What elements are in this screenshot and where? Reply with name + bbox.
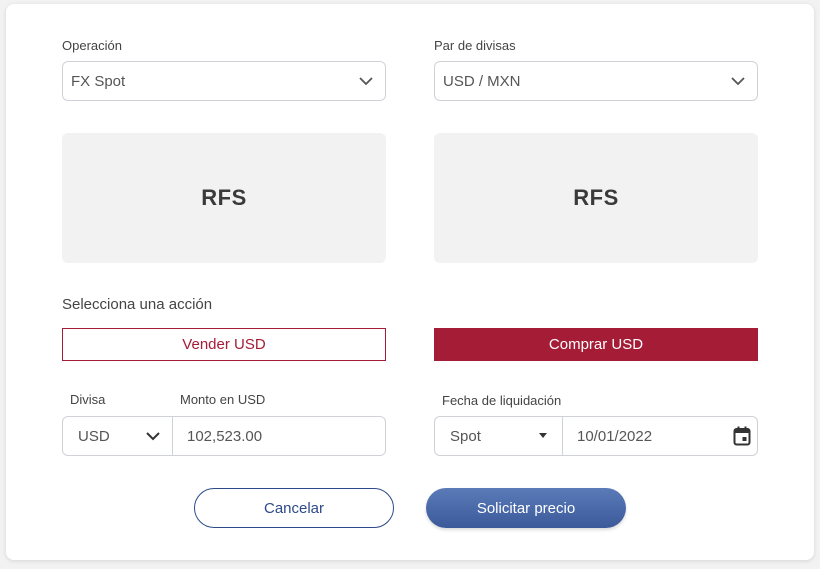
amount-input-group: USD 102,523.00 [62,416,386,456]
settlement-date-value: 10/01/2022 [577,427,653,445]
request-price-button[interactable]: Solicitar precio [426,488,626,528]
currency-value: USD [78,427,110,445]
rfs-label: RFS [573,185,619,210]
request-price-label: Solicitar precio [476,499,576,517]
pair-label: Par de divisas [434,38,516,53]
pair-value: USD / MXN [443,72,521,90]
operation-value: FX Spot [71,72,126,90]
pair-select[interactable]: USD / MXN [434,61,758,101]
amount-input[interactable]: 102,523.00 [173,417,385,455]
caret-down-icon [536,429,550,443]
action-label: Selecciona una acción [62,296,213,313]
amount-value: 102,523.00 [187,427,263,445]
sell-usd-label: Vender USD [182,336,266,353]
rfs-panel-right: RFS [434,133,758,263]
currency-label: Divisa [70,392,106,407]
chevron-down-icon [146,429,160,443]
operation-select[interactable]: FX Spot [62,61,386,101]
settlement-type-select[interactable]: Spot [435,417,563,455]
chevron-down-icon [731,74,745,88]
cancel-button[interactable]: Cancelar [194,488,394,528]
buy-usd-label: Comprar USD [548,336,644,353]
cancel-label: Cancelar [263,499,325,517]
settlement-input-group: Spot 10/01/2022 [434,416,758,456]
settlement-date-input[interactable]: 10/01/2022 [563,417,757,455]
sell-usd-button[interactable]: Vender USD [62,328,386,361]
settlement-label: Fecha de liquidación [442,393,562,408]
currency-select[interactable]: USD [63,417,173,455]
amount-label: Monto en USD [180,392,266,407]
calendar-icon[interactable] [733,426,751,446]
buy-usd-button[interactable]: Comprar USD [434,328,758,361]
settlement-type-value: Spot [450,427,481,445]
rfs-label: RFS [201,185,247,210]
operation-label: Operación [62,38,122,53]
rfs-panel-left: RFS [62,133,386,263]
chevron-down-icon [359,74,373,88]
